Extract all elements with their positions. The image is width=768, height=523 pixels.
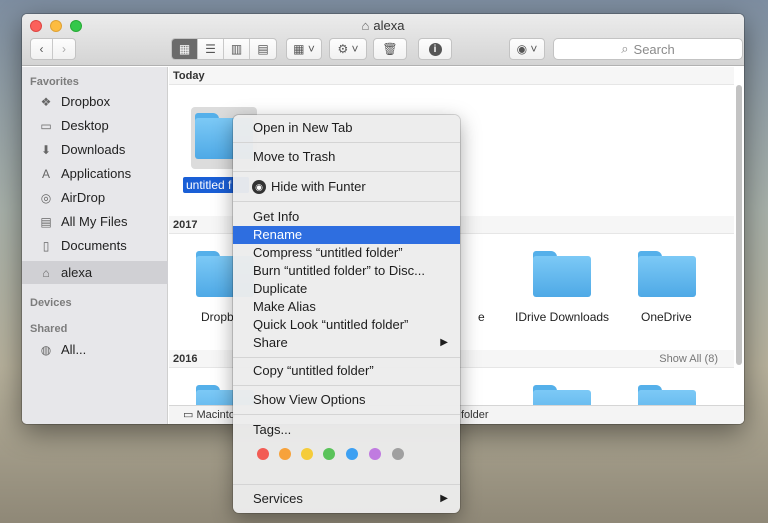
home-icon: ⌂	[42, 265, 50, 280]
forward-button[interactable]: ›	[53, 39, 75, 59]
column-view-button[interactable]: ▥	[224, 39, 250, 59]
back-forward-control: ‹ ›	[30, 38, 76, 60]
gallery-icon: ▤	[257, 42, 269, 56]
menu-separator	[233, 171, 460, 172]
search-field[interactable]: ⌕ Search	[553, 38, 743, 60]
devices-header: Devices	[30, 297, 72, 309]
documents-icon: ▯	[42, 238, 50, 253]
sidebar: Favorites ❖ Dropbox ▭ Desktop ⬇ Downloads A…	[22, 67, 168, 424]
menu-item-tags[interactable]: Tags...	[233, 421, 460, 439]
menu-item-move-to-trash[interactable]: Move to Trash	[233, 148, 460, 166]
sidebar-item-dropbox[interactable]: ❖ Dropbox	[22, 90, 168, 113]
idrive-folder-icon[interactable]	[533, 251, 591, 297]
tag-blue[interactable]	[346, 448, 358, 460]
back-button[interactable]: ‹	[31, 39, 53, 59]
menu-separator	[233, 142, 460, 143]
all-files-icon: ▤	[40, 214, 52, 229]
context-menu: Open in New Tab Move to Trash ◉ Hide wit…	[233, 115, 460, 513]
menu-item-burn-to-disc[interactable]: Burn “untitled folder” to Disc...	[233, 262, 460, 280]
onedrive-folder-icon[interactable]	[638, 251, 696, 297]
favorites-header: Favorites	[30, 76, 79, 88]
applications-icon: A	[41, 166, 50, 181]
gallery-view-button[interactable]: ▤	[250, 39, 276, 59]
submenu-arrow-icon: ▶	[440, 337, 448, 348]
menu-item-show-view-options[interactable]: Show View Options	[233, 391, 460, 409]
menu-item-quick-look[interactable]: Quick Look “untitled folder”	[233, 316, 460, 334]
network-icon: ◍	[40, 342, 52, 357]
trash-button[interactable]: 🗑	[373, 38, 407, 60]
chevron-left-icon: ‹	[39, 42, 44, 56]
sidebar-item-alexa[interactable]: ⌂ alexa	[22, 261, 168, 284]
eye-icon: ◉	[252, 180, 266, 194]
icon-view-button[interactable]: ▦	[172, 39, 198, 59]
submenu-arrow-icon: ▶	[440, 493, 448, 504]
sidebar-item-all-my-files[interactable]: ▤ All My Files	[22, 210, 168, 233]
info-button[interactable]: i	[418, 38, 452, 60]
eye-icon: ◉ ˅	[516, 42, 538, 56]
menu-item-make-alias[interactable]: Make Alias	[233, 298, 460, 316]
menu-item-duplicate[interactable]: Duplicate	[233, 280, 460, 298]
tag-gray[interactable]	[392, 448, 404, 460]
info-icon: i	[428, 42, 442, 56]
action-button[interactable]: ⚙ ˅	[329, 38, 367, 60]
window-title: ⌂ alexa	[361, 18, 405, 33]
disk-icon: ▭	[183, 409, 197, 421]
menu-separator	[233, 201, 460, 202]
menu-item-open-in-new-tab[interactable]: Open in New Tab	[233, 119, 460, 137]
menu-item-share[interactable]: Share ▶	[233, 334, 460, 352]
menu-item-compress[interactable]: Compress “untitled folder”	[233, 244, 460, 262]
vertical-scrollbar[interactable]	[736, 85, 742, 365]
downloads-icon: ⬇	[40, 142, 52, 157]
chevron-right-icon: ›	[62, 42, 66, 56]
menu-separator	[233, 414, 460, 415]
trash-icon: 🗑	[382, 42, 398, 56]
desktop-icon: ▭	[40, 118, 52, 133]
sidebar-item-desktop[interactable]: ▭ Desktop	[22, 114, 168, 137]
file-name-label[interactable]: IDrive Downloads	[515, 310, 609, 324]
file-name-label[interactable]: e	[478, 310, 485, 324]
menu-item-services[interactable]: Services ▶	[233, 490, 460, 508]
airdrop-icon: ◎	[40, 190, 52, 205]
grid-icon: ▦	[178, 42, 191, 56]
menu-item-get-info[interactable]: Get Info	[233, 208, 460, 226]
file-name-label[interactable]: OneDrive	[641, 310, 692, 324]
tag-red[interactable]	[257, 448, 269, 460]
menu-item-hide-with-funter[interactable]: ◉ Hide with Funter	[233, 178, 460, 196]
shared-header: Shared	[30, 323, 68, 335]
tag-orange[interactable]	[279, 448, 291, 460]
menu-separator	[233, 385, 460, 386]
sidebar-item-downloads[interactable]: ⬇ Downloads	[22, 138, 168, 161]
toolbar: ⌂ alexa ‹ › ▦ ☰ ▥ ▤ ▦ ˅ ⚙ ˅ 🗑 i ◉ ˅ ⌕ Sear…	[22, 14, 744, 66]
tag-green[interactable]	[323, 448, 335, 460]
sidebar-item-applications[interactable]: A Applications	[22, 162, 168, 185]
home-icon: ⌂	[361, 18, 370, 33]
tag-yellow[interactable]	[301, 448, 313, 460]
view-mode-control: ▦ ☰ ▥ ▤	[171, 38, 277, 60]
sidebar-item-shared-all[interactable]: ◍ All...	[22, 338, 168, 361]
funter-button[interactable]: ◉ ˅	[509, 38, 545, 60]
menu-separator	[233, 484, 460, 485]
sidebar-item-airdrop[interactable]: ◎ AirDrop	[22, 186, 168, 209]
sidebar-item-documents[interactable]: ▯ Documents	[22, 234, 168, 257]
file-name-label[interactable]: Dropb	[201, 310, 234, 324]
section-today: Today	[169, 67, 734, 85]
show-all-link[interactable]: Show All (8)	[659, 350, 718, 368]
search-icon: ⌕	[621, 41, 629, 56]
arrange-button[interactable]: ▦ ˅	[286, 38, 322, 60]
list-icon: ☰	[205, 42, 216, 56]
menu-separator	[233, 357, 460, 358]
tag-purple[interactable]	[369, 448, 381, 460]
menu-item-copy[interactable]: Copy “untitled folder”	[233, 362, 460, 380]
arrange-icon: ▦ ˅	[293, 42, 315, 56]
dropbox-icon: ❖	[40, 94, 52, 109]
menu-item-rename[interactable]: Rename	[233, 226, 460, 244]
list-view-button[interactable]: ☰	[198, 39, 224, 59]
gear-icon: ⚙ ˅	[337, 42, 359, 56]
columns-icon: ▥	[230, 42, 243, 56]
